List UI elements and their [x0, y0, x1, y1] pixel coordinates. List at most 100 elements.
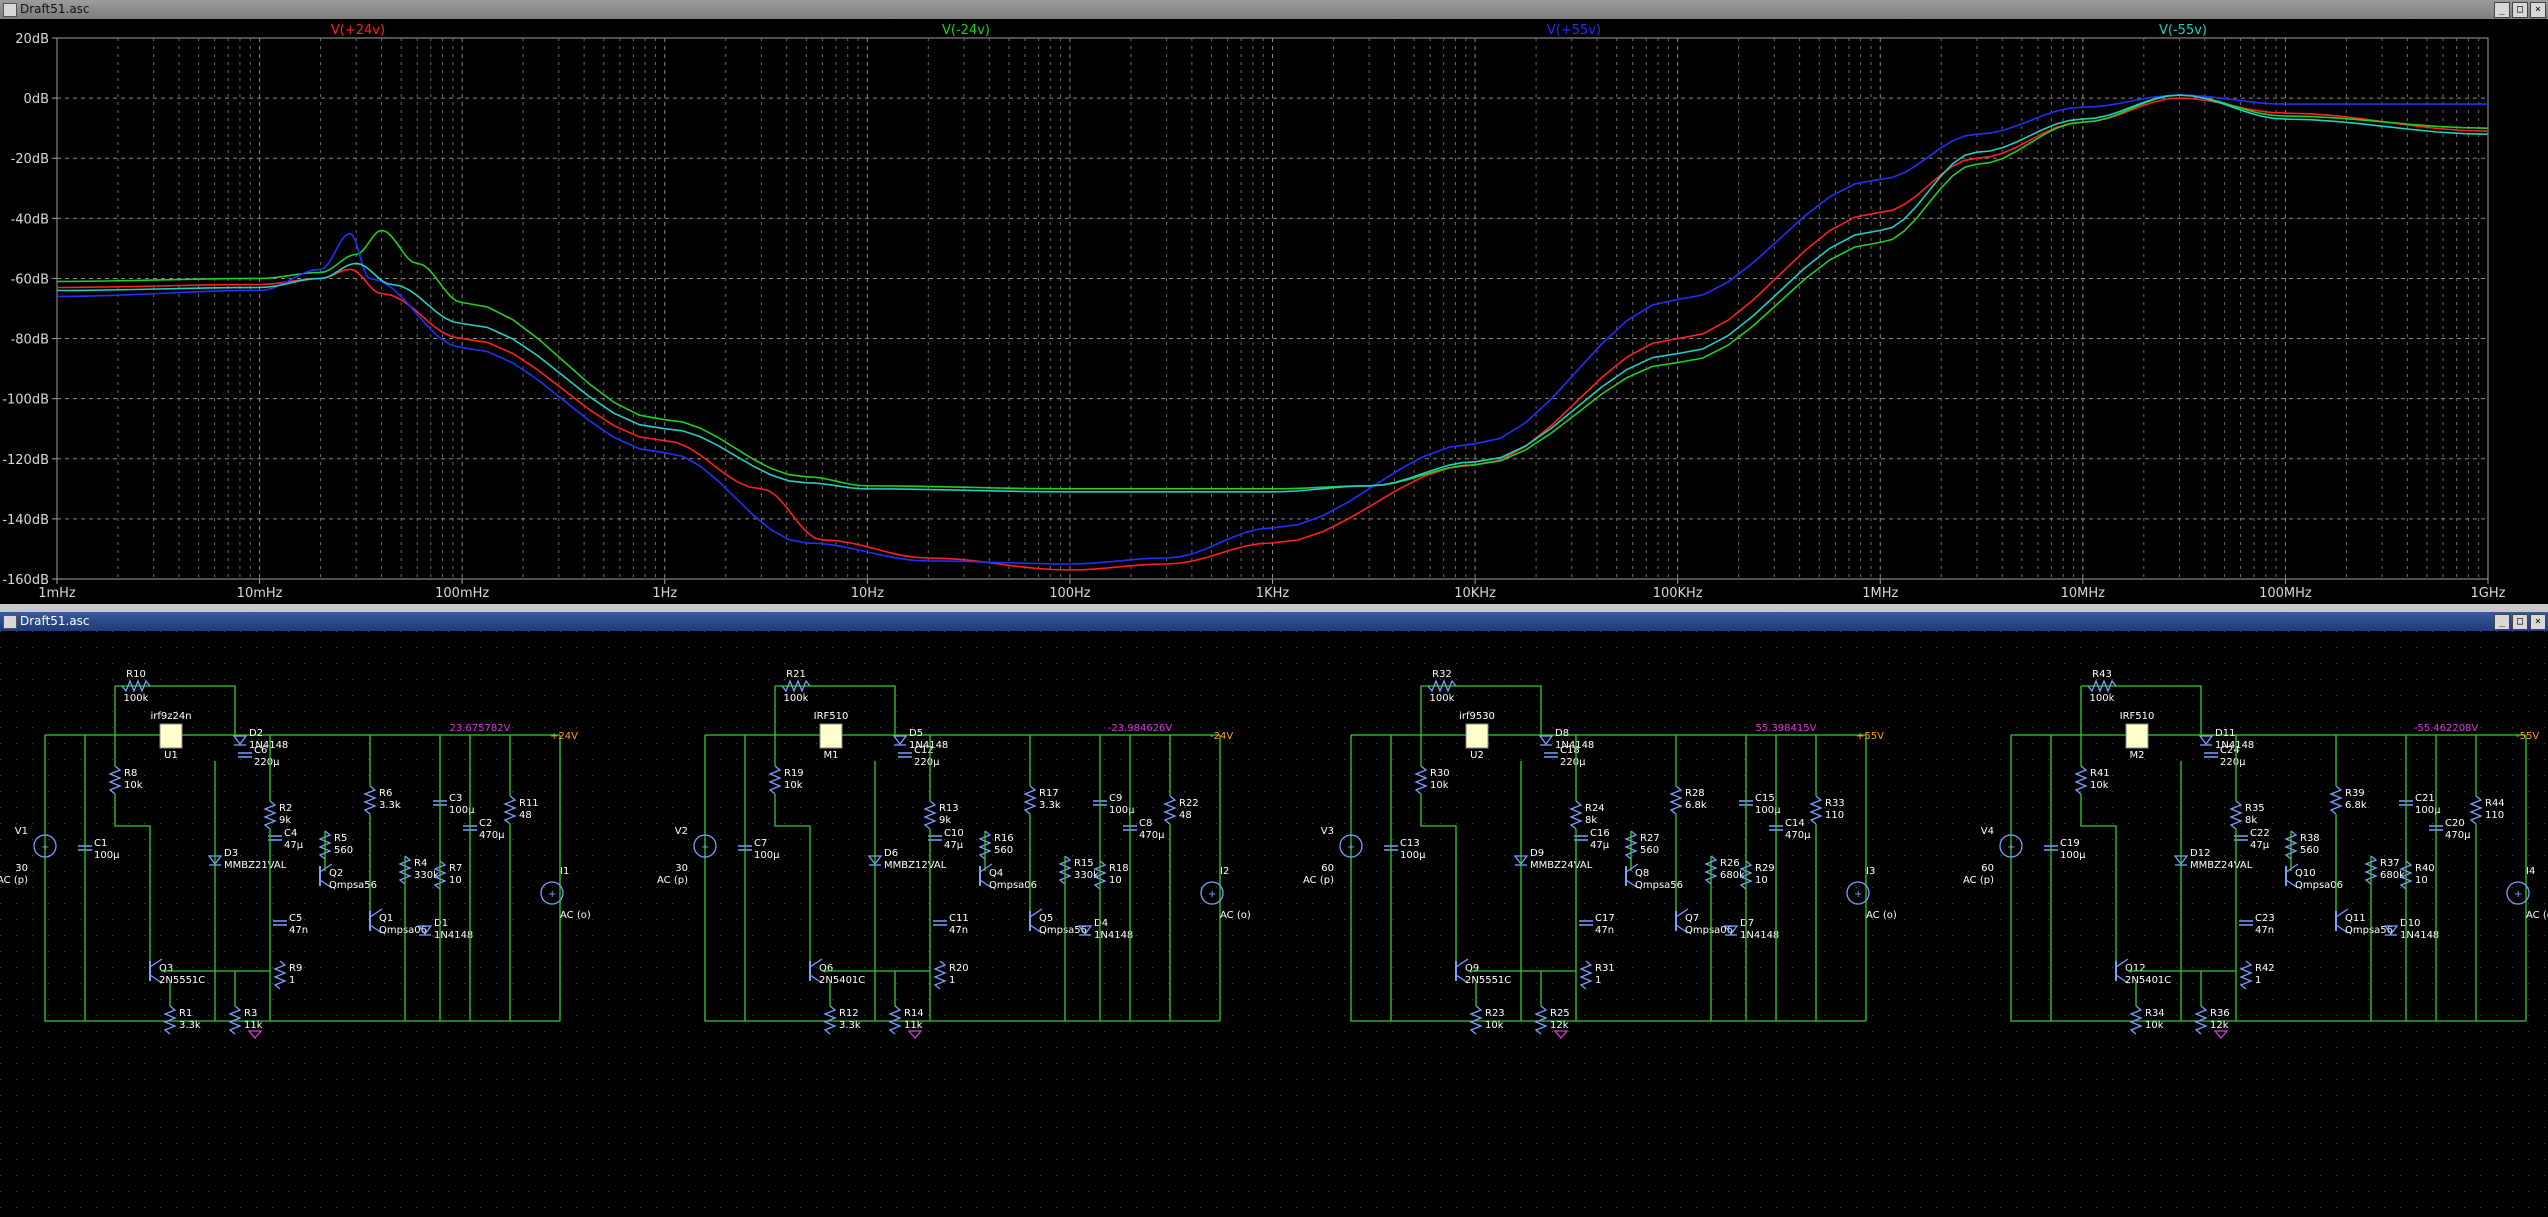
minimize-button[interactable]: _ [2494, 2, 2510, 18]
part-label: irf9530 [1459, 711, 1495, 722]
maximize-button[interactable]: □ [2512, 614, 2528, 630]
part-label: R33 [1825, 798, 1845, 809]
minimize-button[interactable]: _ [2494, 614, 2510, 630]
close-button[interactable]: × [2530, 2, 2546, 18]
trace-label[interactable]: V(+24v) [331, 23, 385, 38]
schematic-canvas[interactable]: R10100kirf9z24nU123.675782V+24V+V130AC (… [0, 631, 2548, 1217]
part-label: C1 [94, 838, 107, 849]
part-label: 47n [2255, 925, 2274, 936]
trace-label[interactable]: V(-55v) [2159, 23, 2207, 38]
part-label: 100µ [1109, 805, 1135, 816]
x-tick-label: 10MHz [2061, 586, 2106, 601]
source-sign: + [1208, 889, 1216, 900]
window-icon[interactable] [3, 3, 17, 17]
part-label: 47µ [2250, 840, 2270, 851]
part-label: 220µ [254, 757, 280, 768]
part-label: Q7 [1685, 913, 1699, 924]
part-label: C12 [914, 745, 934, 756]
node-voltage-label: 23.675782V [450, 723, 511, 734]
part-label: AC (p) [0, 875, 28, 886]
schematic-titlebar[interactable]: Draft51.asc _ □ × [0, 612, 2548, 631]
part-label: MMBZ24VAL [1530, 860, 1593, 871]
part-label: Q1 [379, 913, 393, 924]
node-voltage-label: -55.462208V [2414, 723, 2479, 734]
part-label: I3 [1866, 866, 1875, 877]
x-tick-label: 1Hz [652, 586, 677, 601]
part-label: 8k [1585, 815, 1597, 826]
part-label: C8 [1139, 818, 1152, 829]
bode-plot[interactable]: 20dB 0dB -20dB -40dB -60dB -80dB -100dB -120dB -… [0, 19, 2548, 604]
trace-v24v[interactable] [56, 94, 2489, 490]
part-label: R19 [784, 768, 804, 779]
part-label: R39 [2345, 788, 2365, 799]
part-label: Q4 [989, 868, 1003, 879]
x-tick-label: 1KHz [1256, 586, 1290, 601]
part-label: 100k [1430, 693, 1455, 704]
part-label: 100µ [1755, 805, 1781, 816]
maximize-button[interactable]: □ [2512, 2, 2528, 18]
part-label: Q8 [1635, 868, 1649, 879]
part-label: R32 [1432, 669, 1452, 680]
part-label: 10k [1485, 1020, 1504, 1031]
plot-titlebar[interactable]: Draft51.asc _ □ × [0, 0, 2548, 19]
part-label: R31 [1595, 963, 1615, 974]
part-label: 3.3k [839, 1020, 861, 1031]
window-separator[interactable] [0, 604, 2548, 612]
part-label: 10 [1755, 875, 1768, 886]
part-label: D3 [224, 848, 238, 859]
part-label: 100µ [1400, 850, 1426, 861]
close-button[interactable]: × [2530, 614, 2546, 630]
device-symbol[interactable] [1465, 723, 1489, 749]
part-label: D12 [2190, 848, 2210, 859]
part-label: U2 [1470, 750, 1484, 761]
part-label: C21 [2415, 793, 2435, 804]
part-label: 680k [1720, 870, 1745, 881]
part-label: R8 [124, 768, 137, 779]
schematic-window-title: Draft51.asc [20, 614, 90, 628]
part-label: 560 [2300, 845, 2319, 856]
part-label: Q9 [1465, 963, 1479, 974]
part-label: 100k [2090, 693, 2115, 704]
part-label: C13 [1400, 838, 1420, 849]
part-label: R36 [2210, 1008, 2230, 1019]
part-label: 47µ [1590, 840, 1610, 851]
part-label: irf9z24n [150, 711, 191, 722]
part-label: R41 [2090, 768, 2110, 779]
part-label: R9 [289, 963, 302, 974]
part-label: 1 [1595, 975, 1601, 986]
source-sign: + [2514, 889, 2522, 900]
trace-label[interactable]: V(-24v) [942, 23, 990, 38]
x-tick-label: 10Hz [851, 586, 884, 601]
part-label: V2 [675, 826, 688, 837]
node-voltage-label: -23.984626V [1108, 723, 1173, 734]
part-label: Q11 [2345, 913, 2366, 924]
device-symbol[interactable] [2125, 723, 2149, 749]
trace-label[interactable]: V(+55v) [1547, 23, 1601, 38]
part-label: AC (o) [1220, 910, 1251, 921]
part-label: 47n [949, 925, 968, 936]
y-tick-label: -80dB [11, 333, 49, 348]
part-label: 60 [1321, 863, 1334, 874]
part-label: 2N5551C [159, 975, 205, 986]
y-tick-label: -120dB [2, 453, 49, 468]
device-symbol[interactable] [819, 723, 843, 749]
part-label: R37 [2380, 858, 2400, 869]
part-label: V3 [1321, 826, 1334, 837]
part-label: R13 [939, 803, 959, 814]
device-symbol[interactable] [159, 723, 183, 749]
part-label: Q3 [159, 963, 173, 974]
x-tick-label: 100MHz [2259, 586, 2312, 601]
part-label: R25 [1550, 1008, 1570, 1019]
part-label: C3 [449, 793, 462, 804]
x-tick-label: 100KHz [1653, 586, 1703, 601]
part-label: 10k [124, 780, 143, 791]
y-tick-label: -60dB [11, 272, 49, 287]
part-label: Q10 [2295, 868, 2316, 879]
part-label: R10 [126, 669, 146, 680]
part-label: Q12 [2125, 963, 2146, 974]
part-label: 10 [1109, 875, 1122, 886]
part-label: R22 [1179, 798, 1199, 809]
part-label: 220µ [1560, 757, 1586, 768]
window-icon[interactable] [3, 615, 17, 629]
y-tick-label: -100dB [2, 393, 49, 408]
